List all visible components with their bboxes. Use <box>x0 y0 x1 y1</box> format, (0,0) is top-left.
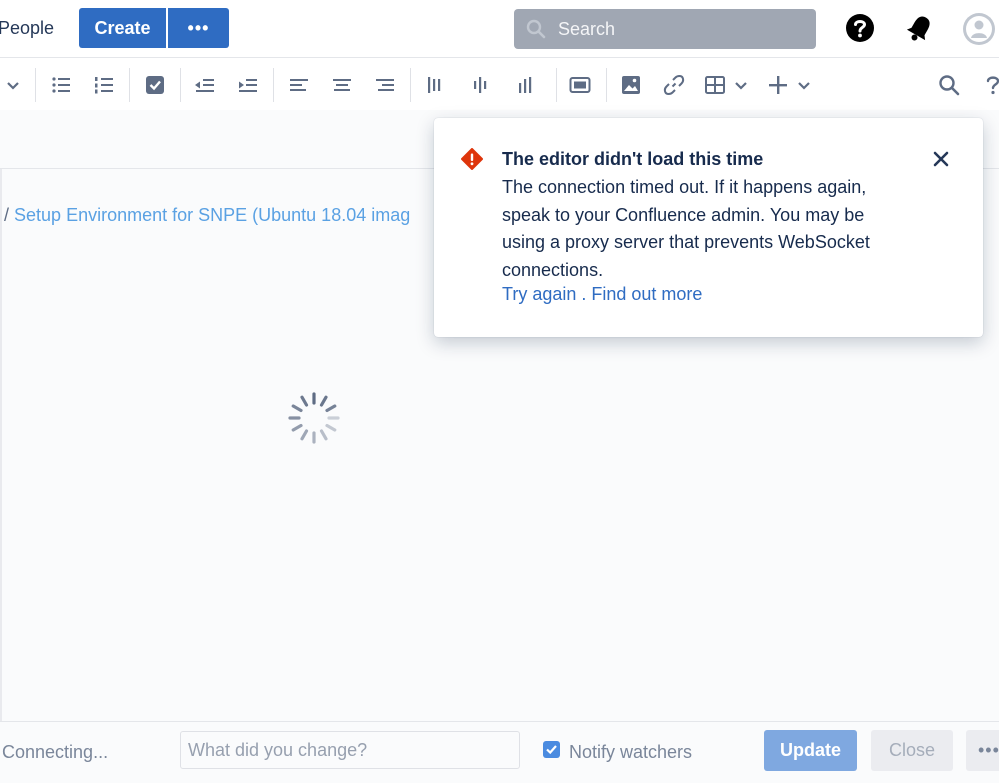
notifications-bell-icon[interactable] <box>904 12 936 44</box>
close-icon[interactable] <box>930 148 952 170</box>
editor-footer: Connecting... Notify watchers Update Clo… <box>0 721 999 783</box>
search-icon <box>526 19 546 39</box>
flag-message: The connection timed out. If it happens … <box>502 177 870 280</box>
editor-help-icon[interactable] <box>982 74 999 96</box>
help-icon[interactable] <box>845 13 875 43</box>
connection-status: Connecting... <box>2 742 109 762</box>
toolbar-separator <box>606 68 607 102</box>
avatar[interactable] <box>962 12 996 46</box>
layout-right-icon[interactable] <box>514 74 536 96</box>
notify-watchers-checkbox[interactable] <box>543 741 560 758</box>
align-right-icon[interactable] <box>374 74 396 96</box>
error-icon <box>461 148 483 170</box>
find-out-more-link[interactable]: Find out more <box>591 284 702 304</box>
insert-plus-icon[interactable] <box>767 74 789 96</box>
align-center-icon[interactable] <box>331 74 353 96</box>
flag-actions: Try again . Find out more <box>502 284 702 305</box>
close-button[interactable]: Close <box>871 730 953 771</box>
page-layout-icon[interactable] <box>569 74 591 96</box>
toolbar-separator <box>129 68 130 102</box>
checkmark-icon <box>546 745 557 755</box>
numbered-list-icon[interactable] <box>93 74 115 96</box>
editor-error-flag: The editor didn't load this time The con… <box>434 118 983 337</box>
create-button[interactable]: Create <box>79 8 166 48</box>
editor-toolbar <box>0 58 999 110</box>
update-button[interactable]: Update <box>764 730 857 771</box>
image-icon[interactable] <box>620 74 642 96</box>
layout-center-icon[interactable] <box>469 74 491 96</box>
link-icon[interactable] <box>663 74 685 96</box>
table-chevron-down-icon[interactable] <box>730 74 752 96</box>
toolbar-separator <box>273 68 274 102</box>
loading-spinner-icon <box>288 392 340 444</box>
breadcrumb: / Setup Environment for SNPE (Ubuntu 18.… <box>4 205 410 226</box>
notify-watchers-label[interactable]: Notify watchers <box>569 742 692 763</box>
top-navigation: People Create ••• <box>0 0 999 58</box>
chevron-down-icon[interactable] <box>2 74 24 96</box>
toolbar-separator <box>35 68 36 102</box>
bullet-list-icon[interactable] <box>50 74 72 96</box>
search-box[interactable] <box>514 9 816 49</box>
insert-chevron-down-icon[interactable] <box>793 74 815 96</box>
breadcrumb-page-link[interactable]: Setup Environment for SNPE (Ubuntu 18.04… <box>14 205 410 225</box>
toolbar-separator <box>180 68 181 102</box>
actions-separator: . <box>576 284 592 304</box>
nav-people-link[interactable]: People <box>0 18 54 39</box>
align-left-icon[interactable] <box>288 74 310 96</box>
search-input[interactable] <box>556 17 800 41</box>
create-more-button[interactable]: ••• <box>168 8 229 48</box>
change-description-input[interactable] <box>180 731 520 769</box>
flag-title: The editor didn't load this time <box>502 149 764 169</box>
toolbar-separator <box>410 68 411 102</box>
footer-more-button[interactable]: ••• <box>966 730 999 771</box>
indent-icon[interactable] <box>237 74 259 96</box>
breadcrumb-separator: / <box>4 205 10 225</box>
task-list-icon[interactable] <box>144 74 166 96</box>
outdent-icon[interactable] <box>194 74 216 96</box>
table-icon[interactable] <box>704 74 726 96</box>
try-again-link[interactable]: Try again <box>502 284 576 304</box>
find-icon[interactable] <box>938 74 960 96</box>
toolbar-separator <box>556 68 557 102</box>
layout-left-icon[interactable] <box>424 74 446 96</box>
